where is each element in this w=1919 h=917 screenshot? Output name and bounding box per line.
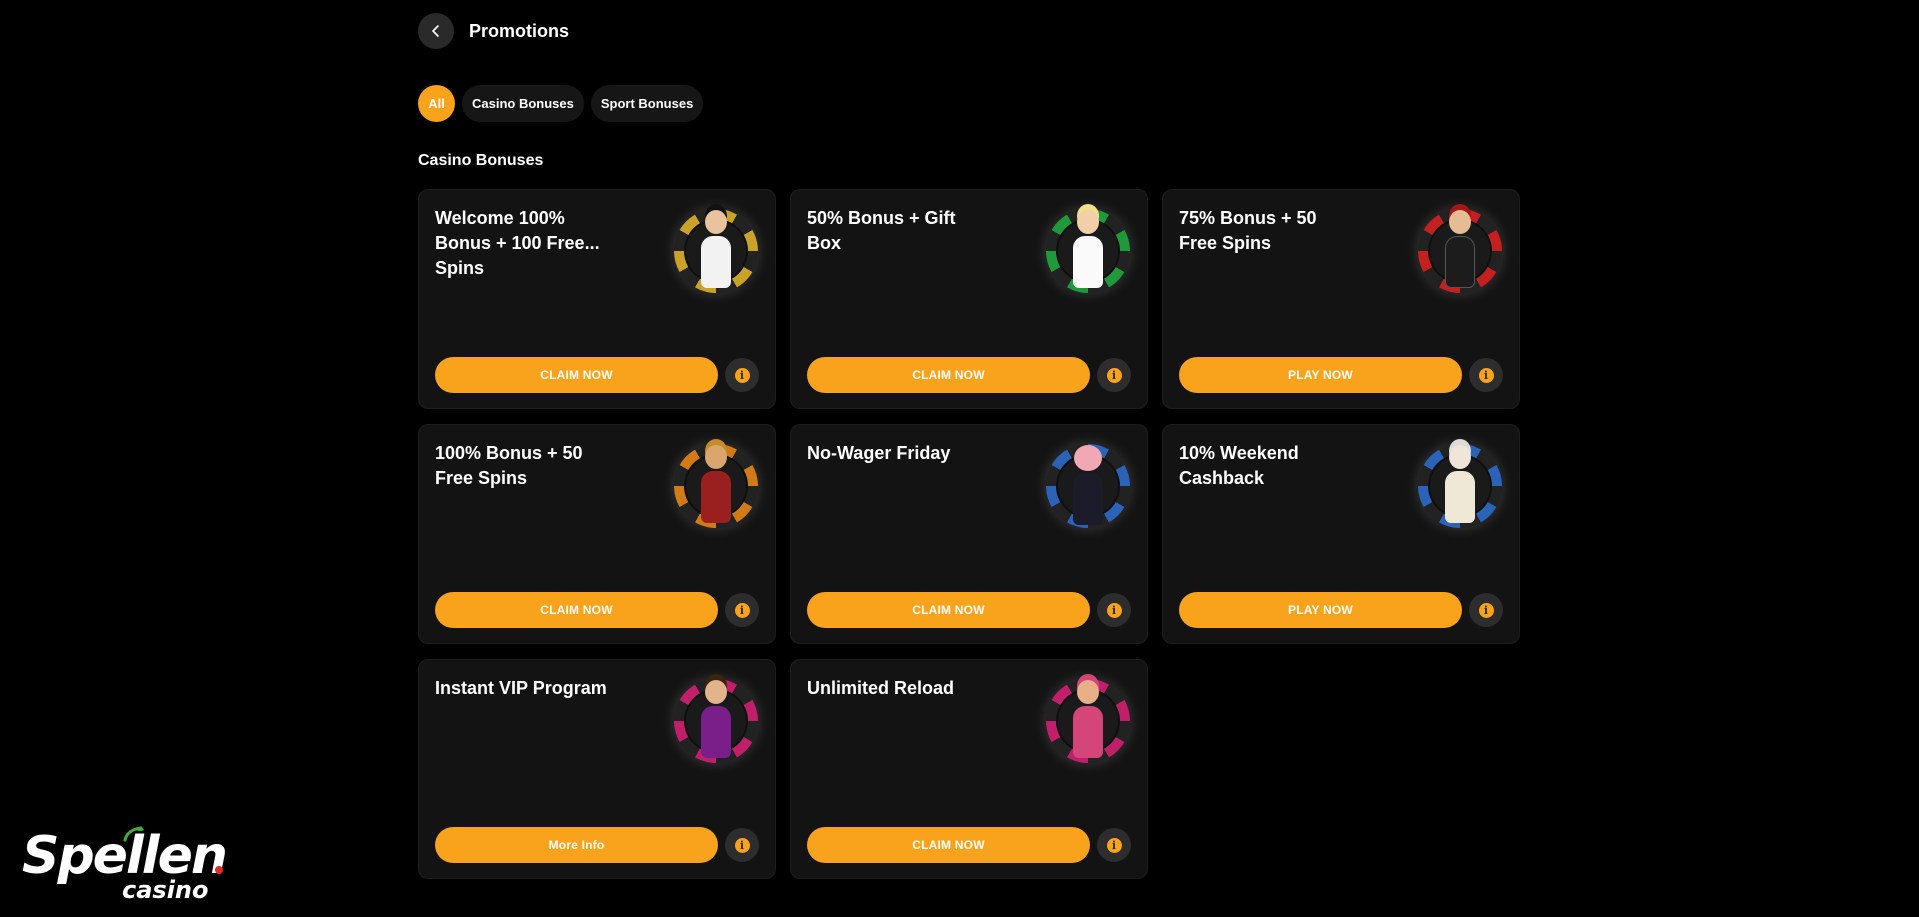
promo-title: No-Wager Friday (807, 443, 951, 463)
info-icon: i (1106, 367, 1122, 383)
claim-now-button[interactable]: CLAIM NOW (807, 592, 1090, 628)
filter-all[interactable]: All (418, 85, 455, 122)
promo-card: Unlimited Reload CLAIM NOW i (790, 659, 1148, 879)
info-icon: i (734, 367, 750, 383)
info-icon: i (1478, 367, 1494, 383)
page-header: Promotions (418, 13, 569, 49)
promo-actions: CLAIM NOW i (807, 827, 1131, 863)
promo-card: 50% Bonus + Gift Box CLAIM NOW i (790, 189, 1148, 409)
promo-card: 100% Bonus + 50 Free Spins CLAIM NOW i (418, 424, 776, 644)
promo-actions: CLAIM NOW i (807, 357, 1131, 393)
promo-actions: CLAIM NOW i (435, 592, 759, 628)
info-button[interactable]: i (725, 828, 759, 862)
info-button[interactable]: i (725, 358, 759, 392)
info-icon: i (734, 602, 750, 618)
promo-card: 75% Bonus + 50 Free Spins PLAY NOW i (1162, 189, 1520, 409)
claim-now-button[interactable]: CLAIM NOW (807, 827, 1090, 863)
claim-now-button[interactable]: CLAIM NOW (435, 357, 718, 393)
claim-now-button[interactable]: CLAIM NOW (435, 592, 718, 628)
info-button[interactable]: i (1097, 593, 1131, 627)
promo-actions: PLAY NOW i (1179, 357, 1503, 393)
page-title: Promotions (469, 20, 570, 41)
promo-title: Unlimited Reload (807, 678, 955, 698)
elvis-character-image (673, 204, 759, 298)
promo-actions: PLAY NOW i (1179, 592, 1503, 628)
promo-title: 100% Bonus + 50 Free Spins (435, 443, 583, 488)
filter-casino-bonuses[interactable]: Casino Bonuses (462, 85, 584, 122)
claim-now-button[interactable]: CLAIM NOW (807, 357, 1090, 393)
promo-card: Instant VIP Program More Info i (418, 659, 776, 879)
logo-subtitle: casino (122, 876, 209, 904)
more-info-button[interactable]: More Info (435, 827, 718, 863)
section-title: Casino Bonuses (418, 152, 544, 169)
promo-card: 10% Weekend Cashback PLAY NOW i (1162, 424, 1520, 644)
promo-title: Welcome 100% Bonus + 100 Free... Spins (435, 208, 600, 278)
chevron-left-icon (432, 25, 439, 37)
filter-sport-bonuses[interactable]: Sport Bonuses (590, 85, 704, 122)
info-icon: i (1106, 837, 1122, 853)
promo-actions: More Info i (435, 827, 759, 863)
info-icon: i (734, 837, 750, 853)
promo-title: 50% Bonus + Gift Box (807, 208, 956, 253)
filter-bar: All Casino Bonuses Sport Bonuses (418, 85, 704, 122)
promo-actions: CLAIM NOW i (435, 357, 759, 393)
info-button[interactable]: i (1469, 593, 1503, 627)
promo-card: No-Wager Friday CLAIM NOW i (790, 424, 1148, 644)
logo-dot (215, 866, 223, 874)
zeus-character-image (1417, 439, 1503, 533)
promo-card: Welcome 100% Bonus + 100 Free... Spins C… (418, 189, 776, 409)
gladiator-character-image (673, 439, 759, 533)
info-icon: i (1478, 602, 1494, 618)
info-button[interactable]: i (1097, 828, 1131, 862)
info-button[interactable]: i (1469, 358, 1503, 392)
logo-wordmark: Spellen (22, 826, 228, 886)
promo-title: 75% Bonus + 50 Free Spins (1179, 208, 1317, 253)
play-now-button[interactable]: PLAY NOW (1179, 592, 1462, 628)
sinatra-character-image (1417, 204, 1503, 298)
marilyn-character-image (1045, 204, 1131, 298)
site-logo[interactable]: Spellen casino (22, 826, 228, 906)
promo-actions: CLAIM NOW i (807, 592, 1131, 628)
info-button[interactable]: i (725, 593, 759, 627)
info-icon: i (1106, 602, 1122, 618)
promo-title: 10% Weekend Cashback (1179, 443, 1299, 488)
play-now-button[interactable]: PLAY NOW (1179, 357, 1462, 393)
info-button[interactable]: i (1097, 358, 1131, 392)
promotions-grid: Welcome 100% Bonus + 100 Free... Spins C… (418, 189, 1520, 879)
back-button[interactable] (418, 13, 454, 49)
cowgirl-character-image (1045, 674, 1131, 768)
pig-character-image (1045, 439, 1131, 533)
promo-title: Instant VIP Program (435, 678, 607, 698)
king-character-image (673, 674, 759, 768)
